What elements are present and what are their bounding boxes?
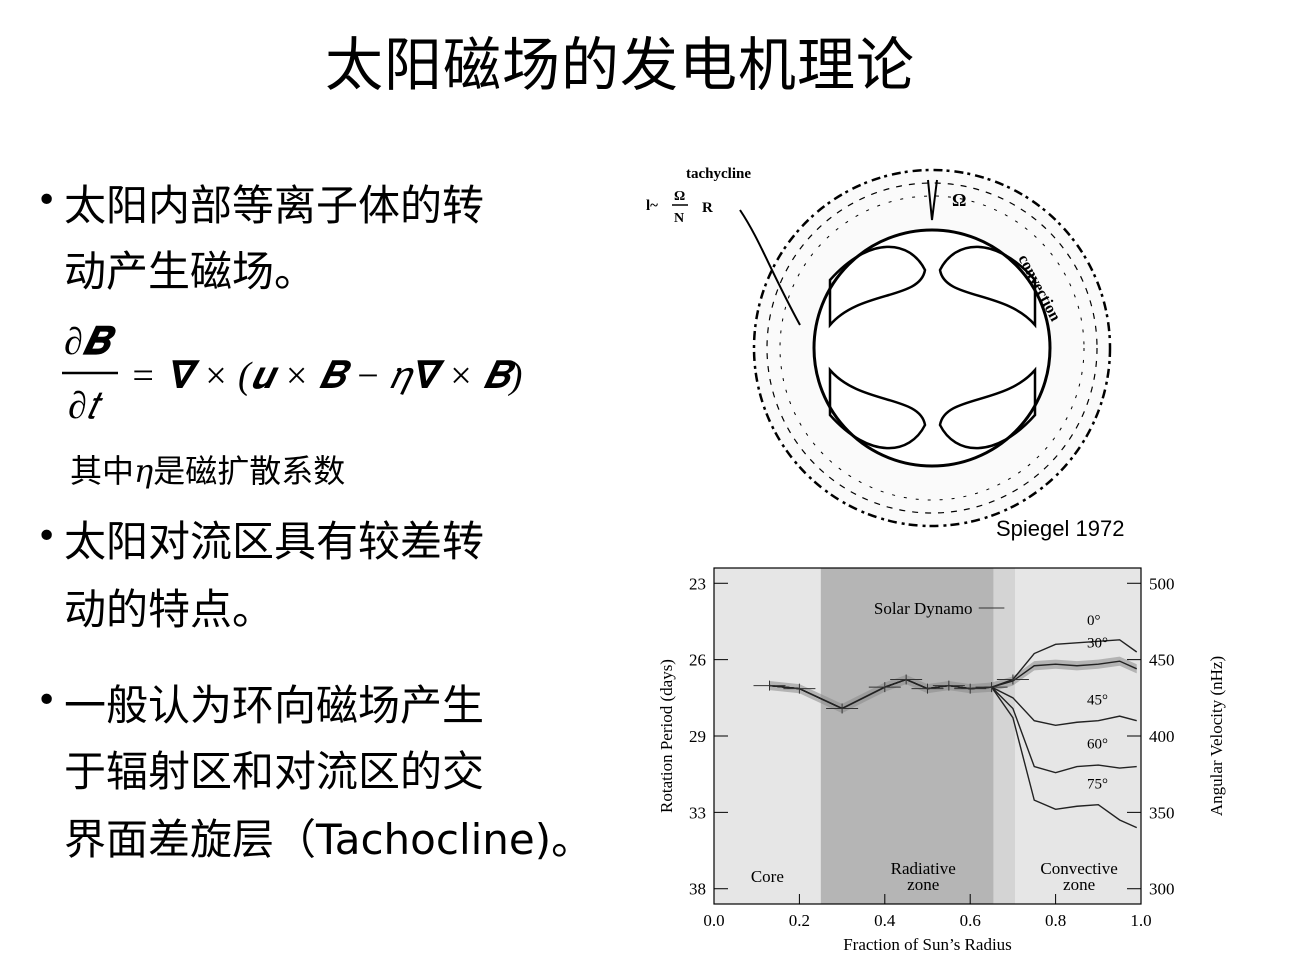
y-left-tick-label: 38 (689, 880, 706, 899)
region-band-0 (714, 568, 821, 904)
bullet-dot: • (36, 180, 58, 221)
y-right-tick-label: 400 (1149, 727, 1175, 746)
bullet-dot: • (36, 680, 58, 721)
x-tick-label: 0.4 (874, 911, 896, 930)
page-title: 太阳磁场的发电机理论 (324, 31, 915, 99)
y-left-tick-label: 33 (689, 803, 706, 822)
series-label: 0° (1087, 613, 1101, 629)
equation-rhs: = 𝛁 × (𝒖 × 𝑩 − 𝜂𝛁 × 𝑩) (130, 355, 522, 397)
bullet-dot: • (36, 516, 58, 557)
region-label-core: Core (751, 867, 784, 886)
sun-dynamo-diagram: tachycline l~ Ω N R Ω convection (646, 166, 1112, 528)
bullet-3-line-3: 界面差旋层（Tachocline)。 (64, 815, 594, 864)
x-tick-label: 0.2 (789, 911, 810, 930)
x-axis-label: Fraction of Sun’s Radius (843, 935, 1012, 954)
series-label: 45° (1087, 692, 1108, 708)
bullet-1-line-1: 太阳内部等离子体的转 (64, 181, 485, 230)
y-right-tick-label: 450 (1149, 651, 1175, 670)
eta-note-pre: 其中 (70, 452, 135, 490)
region-band-3 (1015, 568, 1141, 904)
x-tick-label: 0.0 (703, 911, 724, 930)
label-omega-top: Ω (952, 190, 966, 210)
induction-equation: ∂𝑩 ∂𝑡 = 𝛁 × (𝒖 × 𝑩 − 𝜂𝛁 × 𝑩) (62, 321, 522, 427)
bullet-3-line-1: 一般认为环向磁场产生 (64, 681, 485, 730)
region-band-2 (993, 568, 1016, 904)
annotation-solar-dynamo: Solar Dynamo (874, 599, 973, 618)
label-omega: Ω (674, 189, 685, 204)
equation-numerator: ∂𝑩 (64, 321, 116, 363)
x-tick-label: 1.0 (1130, 911, 1151, 930)
region-label-convective-zone: zone (1063, 875, 1095, 894)
eta-symbol: η (134, 452, 154, 490)
series-label: 75° (1087, 776, 1108, 792)
bullet-2-line-1: 太阳对流区具有较差转 (64, 517, 485, 566)
region-band-1 (820, 568, 994, 904)
y-right-tick-label: 500 (1149, 574, 1175, 593)
equation-denominator: ∂𝑡 (68, 385, 104, 427)
label-n: N (674, 211, 684, 226)
y-left-tick-label: 26 (689, 651, 706, 670)
rotation-profile-chart: 500 23 450 26 400 29 350 33 300 38 0.0 0.2 0.4 0.6 0.8… (657, 567, 1226, 954)
eta-note: 其中η是磁扩散系数 (70, 446, 345, 492)
label-tachycline: tachycline (686, 166, 751, 182)
label-l-formula: l~ (646, 198, 658, 214)
tachocline-ring (812, 228, 1052, 468)
y-right-tick-label: 350 (1149, 803, 1175, 822)
label-r: R (702, 200, 713, 216)
y-left-tick-label: 23 (689, 574, 706, 593)
bullet-2-line-2: 动的特点。 (64, 585, 275, 634)
x-tick-label: 0.6 (960, 911, 981, 930)
series-label: 30° (1087, 636, 1108, 652)
diagram-caption: Spiegel 1972 (996, 516, 1125, 541)
region-label-radiative-zone: zone (907, 875, 939, 894)
series-label: 60° (1087, 737, 1108, 753)
y-left-axis-label: Rotation Period (days) (657, 659, 676, 813)
y-right-axis-label: Angular Velocity (nHz) (1207, 656, 1226, 816)
bullet-1-line-2: 动产生磁场。 (64, 247, 317, 296)
y-right-tick-label: 300 (1149, 880, 1175, 899)
eta-note-post: 是磁扩散系数 (153, 452, 346, 490)
bullet-3-line-2: 于辐射区和对流区的交 (64, 747, 485, 796)
x-tick-label: 0.8 (1045, 911, 1066, 930)
y-left-tick-label: 29 (689, 727, 706, 746)
